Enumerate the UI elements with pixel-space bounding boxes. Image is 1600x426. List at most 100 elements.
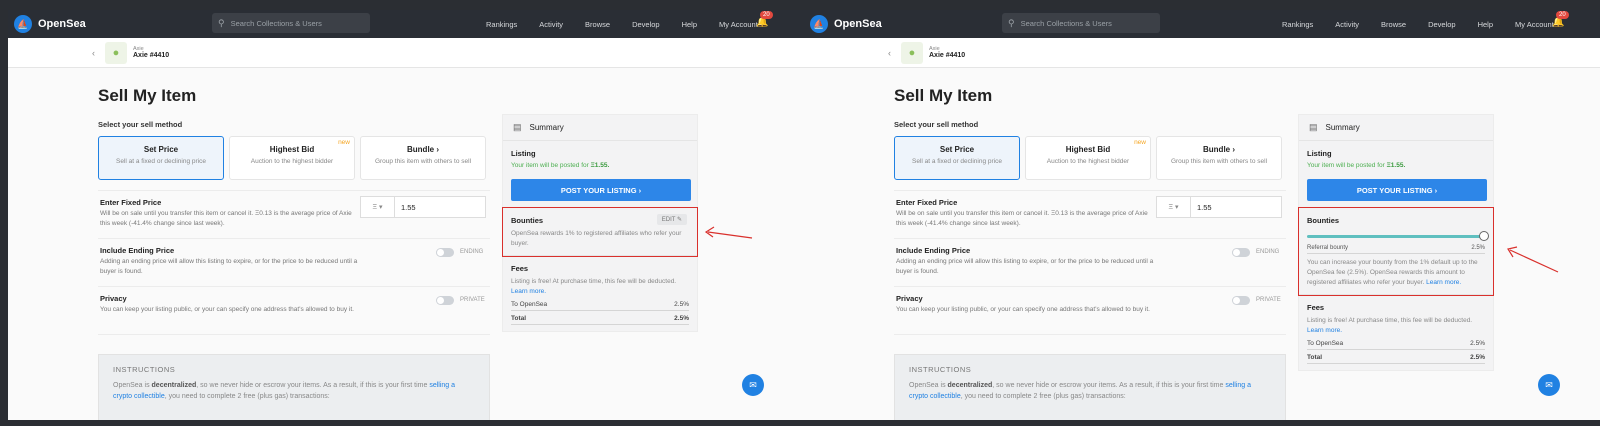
section-title: Privacy <box>896 294 923 303</box>
learn-more-link[interactable]: Learn more. <box>1426 279 1461 286</box>
search-bar[interactable]: ⚲ <box>212 13 370 33</box>
instructions-panel: INSTRUCTIONS OpenSea is decentralized, s… <box>894 354 1286 420</box>
section-title: Include Ending Price <box>100 246 175 255</box>
price-input-group: Ξ ▾ 1.55 <box>360 196 486 218</box>
method-title: Set Price <box>143 145 179 154</box>
method-title: Bundle › <box>407 145 439 154</box>
learn-more-link[interactable]: Learn more. <box>511 288 546 295</box>
method-subtitle: Sell at a fixed or declining price <box>116 158 206 165</box>
nav-browse[interactable]: Browse <box>1381 20 1406 29</box>
summary-icon: ▤ <box>1309 122 1318 132</box>
fees-block: Fees Listing is free! At purchase time, … <box>503 256 697 331</box>
learn-more-link[interactable]: Learn more. <box>1307 327 1342 334</box>
brand-name: OpenSea <box>38 18 86 30</box>
edit-bounty-button[interactable]: EDIT ✎ <box>656 214 687 225</box>
bounties-label: Bounties <box>1307 216 1340 225</box>
post-listing-button[interactable]: POST YOUR LISTING › <box>511 179 691 201</box>
slider-handle[interactable] <box>1479 231 1489 241</box>
search-icon: ⚲ <box>218 17 225 28</box>
listing-block: Listing Your item will be posted for Ξ1.… <box>503 141 697 208</box>
opensea-logo[interactable]: ⛵ OpenSea <box>14 15 86 33</box>
fees-text: Listing is free! At purchase time, this … <box>1307 317 1473 334</box>
top-navbar: ⛵ OpenSea ⚲ Rankings Activity Browse Dev… <box>8 10 804 38</box>
screenshot-left: ⛵ OpenSea ⚲ Rankings Activity Browse Dev… <box>8 10 804 420</box>
post-listing-button[interactable]: POST YOUR LISTING › <box>1307 179 1487 201</box>
method-set-price[interactable]: Set Price Sell at a fixed or declining p… <box>894 136 1020 180</box>
new-tag: new <box>338 139 350 146</box>
price-input[interactable]: 1.55 <box>401 203 416 212</box>
opensea-logo[interactable]: ⛵ OpenSea <box>810 15 882 33</box>
fees-block: Fees Listing is free! At purchase time, … <box>1299 295 1493 370</box>
privacy-toggle[interactable] <box>436 296 454 305</box>
listing-label: Listing <box>1307 149 1332 158</box>
bounties-text: OpenSea rewards 1% to registered affilia… <box>511 230 682 247</box>
screenshot-right: ⛵ OpenSea ⚲ Rankings Activity Browse Dev… <box>804 10 1600 420</box>
item-meta: Axie Axie #4410 <box>929 46 965 59</box>
notification-badge: 20 <box>1556 11 1569 19</box>
method-bundle[interactable]: Bundle › Group this item with others to … <box>360 136 486 180</box>
method-bundle[interactable]: Bundle › Group this item with others to … <box>1156 136 1282 180</box>
nav-develop[interactable]: Develop <box>1428 20 1456 29</box>
search-input[interactable] <box>230 18 351 28</box>
method-title: Highest Bid <box>1065 145 1111 154</box>
method-subtitle: Auction to the highest bidder <box>1046 158 1130 165</box>
nav-activity[interactable]: Activity <box>539 20 563 29</box>
chat-icon[interactable]: ✉ <box>1538 374 1560 396</box>
brand-name: OpenSea <box>834 18 882 30</box>
sailboat-icon: ⛵ <box>810 15 828 33</box>
method-set-price[interactable]: Set Price Sell at a fixed or declining p… <box>98 136 224 180</box>
search-input[interactable] <box>1020 18 1141 28</box>
chat-icon[interactable]: ✉ <box>742 374 764 396</box>
new-tag: new <box>1134 139 1146 146</box>
ending-price-section: Include Ending Price Adding an ending pr… <box>896 246 1286 277</box>
nav-browse[interactable]: Browse <box>585 20 610 29</box>
search-bar[interactable]: ⚲ <box>1002 13 1160 33</box>
back-arrow-icon[interactable]: ‹ <box>888 48 891 58</box>
summary-title: Summary <box>529 123 564 132</box>
fee-row-opensea: To OpenSea 2.5% <box>511 301 689 311</box>
referral-bounty-slider[interactable] <box>1307 231 1489 241</box>
page-title: Sell My Item <box>98 86 197 105</box>
fees-label: Fees <box>511 264 529 273</box>
bounties-block: Bounties Referral bounty 2.5% You can inc… <box>1298 207 1494 296</box>
nav-activity[interactable]: Activity <box>1335 20 1359 29</box>
currency-select[interactable]: Ξ ▾ <box>361 197 395 217</box>
item-meta: Axie Axie #4410 <box>133 46 169 59</box>
method-title: Bundle › <box>1203 145 1235 154</box>
ending-toggle-label: ENDING <box>1256 249 1280 255</box>
privacy-section: Privacy You can keep your listing public… <box>100 294 490 315</box>
nav-help[interactable]: Help <box>682 20 697 29</box>
ending-toggle[interactable] <box>1232 248 1250 257</box>
section-title: Privacy <box>100 294 127 303</box>
nav-rankings[interactable]: Rankings <box>1282 20 1313 29</box>
nav-rankings[interactable]: Rankings <box>486 20 517 29</box>
nav-my-account[interactable]: My Account <box>719 20 758 29</box>
nav-develop[interactable]: Develop <box>632 20 660 29</box>
sell-method-label: Select your sell method <box>894 120 979 129</box>
ending-toggle[interactable] <box>436 248 454 257</box>
method-highest-bid[interactable]: new Highest Bid Auction to the highest b… <box>1025 136 1151 180</box>
nav-help[interactable]: Help <box>1478 20 1493 29</box>
price-input-group: Ξ ▾ 1.55 <box>1156 196 1282 218</box>
summary-header: ▤ Summary <box>503 115 697 141</box>
fee-row-total: Total 2.5% <box>1307 354 1485 364</box>
price-input[interactable]: 1.55 <box>1197 203 1212 212</box>
method-title: Set Price <box>939 145 975 154</box>
privacy-toggle[interactable] <box>1232 296 1250 305</box>
divider <box>894 286 1286 287</box>
sell-method-label: Select your sell method <box>98 120 183 129</box>
divider <box>98 190 490 191</box>
divider <box>98 334 490 335</box>
bounties-text: You can increase your bounty from the 1%… <box>1307 259 1478 286</box>
section-title: Include Ending Price <box>896 246 971 255</box>
method-subtitle: Auction to the highest bidder <box>250 158 334 165</box>
method-title: Highest Bid <box>269 145 315 154</box>
back-arrow-icon[interactable]: ‹ <box>92 48 95 58</box>
method-highest-bid[interactable]: new Highest Bid Auction to the highest b… <box>229 136 355 180</box>
bounties-block: Bounties EDIT ✎ OpenSea rewards 1% to re… <box>502 207 698 257</box>
nav-my-account[interactable]: My Account <box>1515 20 1554 29</box>
page-title: Sell My Item <box>894 86 993 105</box>
ending-toggle-label: ENDING <box>460 249 484 255</box>
currency-select[interactable]: Ξ ▾ <box>1157 197 1191 217</box>
summary-icon: ▤ <box>513 122 522 132</box>
